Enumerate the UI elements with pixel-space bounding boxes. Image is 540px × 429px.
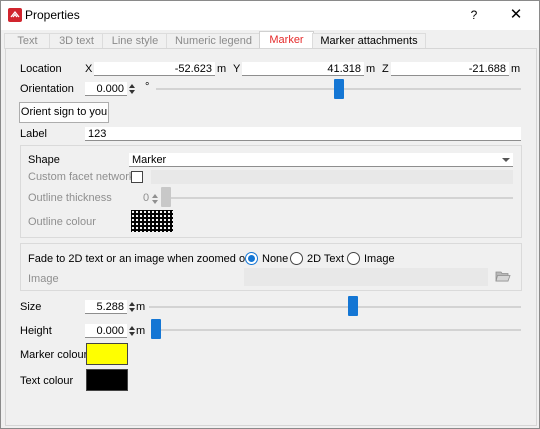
tab-line-style[interactable]: Line style (102, 33, 168, 49)
title-bar: Properties ? ✕ (1, 1, 539, 30)
marker-colour-swatch[interactable] (86, 343, 128, 365)
window-title: Properties (25, 8, 80, 22)
y-coordinate-field[interactable]: 41.318 (242, 62, 364, 76)
z-unit-label: m (511, 63, 521, 75)
text-colour-swatch[interactable] (86, 369, 128, 391)
orient-sign-to-you-button[interactable]: Orient sign to you (19, 102, 109, 123)
fade-none-radio[interactable] (245, 252, 258, 265)
fade-image-label[interactable]: Image (364, 253, 395, 265)
custom-facet-network-label: Custom facet network (28, 171, 135, 183)
properties-dialog: Properties ? ✕ Text 3D text Line style N… (0, 0, 540, 429)
height-slider-thumb[interactable] (151, 319, 161, 339)
help-icon[interactable]: ? (464, 5, 484, 25)
dropdown-arrow-icon (502, 158, 510, 162)
orientation-label: Orientation (20, 83, 74, 95)
fade-image-radio[interactable] (347, 252, 360, 265)
orientation-unit: ° (145, 81, 150, 93)
outline-colour-swatch[interactable] (131, 210, 173, 232)
x-coordinate-field[interactable]: -52.623 (94, 62, 215, 76)
text-colour-label: Text colour (20, 375, 74, 387)
height-field[interactable]: 0.000 (85, 324, 127, 338)
app-logo-icon (8, 8, 22, 22)
x-label: X (85, 63, 93, 75)
fade-2d-text-label[interactable]: 2D Text (307, 253, 344, 265)
z-coordinate-field[interactable]: -21.688 (391, 62, 509, 76)
image-path-field (244, 268, 488, 286)
outline-thickness-slider-thumb (161, 187, 171, 207)
tab-marker-attachments[interactable]: Marker attachments (312, 33, 426, 49)
orientation-spin-arrows-icon[interactable] (128, 82, 138, 96)
y-label: Y (233, 63, 241, 75)
folder-open-icon[interactable] (495, 269, 511, 286)
fade-none-label[interactable]: None (262, 253, 288, 265)
shape-label: Shape (28, 154, 60, 166)
fade-label: Fade to 2D text or an image when zoomed … (28, 253, 255, 265)
outline-colour-label: Outline colour (28, 216, 96, 228)
tab-3d-text[interactable]: 3D text (49, 33, 104, 49)
close-icon[interactable]: ✕ (506, 5, 526, 25)
tab-numeric-legend[interactable]: Numeric legend (166, 33, 261, 49)
custom-facet-network-field (151, 170, 513, 184)
outline-thickness-spin-arrows-icon (151, 192, 161, 206)
shape-dropdown[interactable]: Marker (129, 153, 513, 167)
size-label: Size (20, 301, 42, 313)
outline-thickness-slider-track (161, 197, 513, 199)
x-unit-label: m (217, 63, 227, 75)
size-slider-thumb[interactable] (348, 296, 359, 316)
image-label: Image (28, 273, 59, 285)
height-unit: m (136, 325, 146, 337)
height-label: Height (20, 325, 52, 337)
outline-thickness-value: 0 (143, 192, 150, 204)
height-slider-track[interactable] (151, 329, 521, 331)
size-slider-track[interactable] (149, 306, 521, 308)
location-label: Location (20, 63, 62, 75)
label-input[interactable]: 123 (85, 127, 521, 141)
custom-facet-network-checkbox[interactable] (131, 171, 143, 183)
y-unit-label: m (366, 63, 376, 75)
orientation-slider-thumb[interactable] (333, 79, 344, 99)
fade-2d-text-radio[interactable] (290, 252, 303, 265)
outline-thickness-label: Outline thickness (28, 192, 112, 204)
label-label: Label (20, 128, 47, 140)
size-unit: m (136, 301, 146, 313)
orientation-field[interactable]: 0.000 (85, 82, 127, 96)
tab-text[interactable]: Text (4, 33, 51, 49)
size-field[interactable]: 5.288 (85, 300, 127, 314)
marker-colour-label: Marker colour (20, 349, 88, 361)
tab-bar: Text 3D text Line style Numeric legend M… (1, 30, 539, 50)
z-label: Z (382, 63, 389, 75)
